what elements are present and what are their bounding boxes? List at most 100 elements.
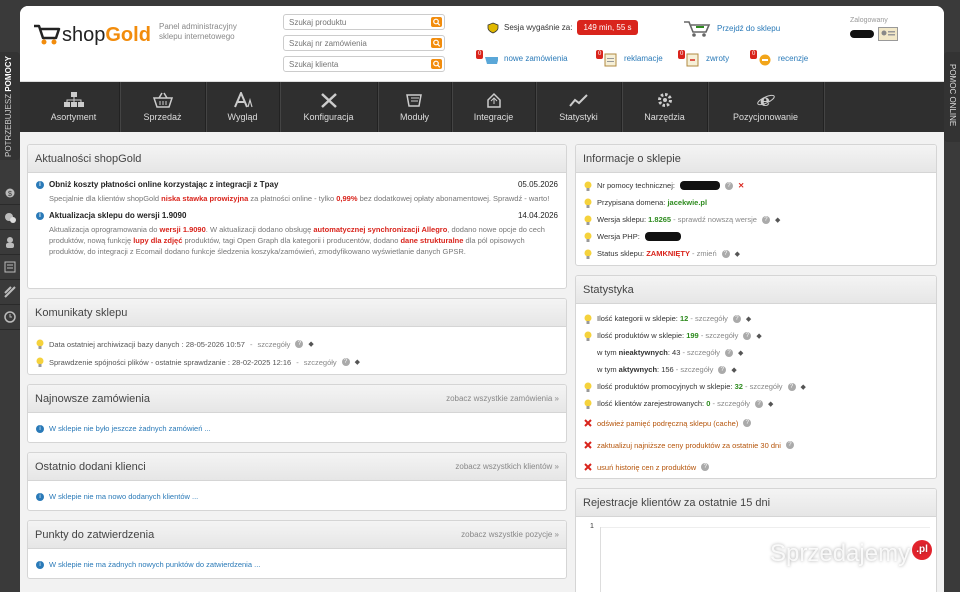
bulb-icon [584,382,592,392]
nav-positioning[interactable]: e Pozycjonowanie [708,82,824,132]
help-icon[interactable]: ? [787,382,796,391]
side-icons: $ [0,180,20,330]
help-icon[interactable]: ? [755,399,763,408]
search-client-input[interactable] [284,57,424,71]
user-icon[interactable] [0,230,20,255]
cache-action-row: odśwież pamięć podręczną sklepu (cache)? [584,412,928,434]
help-icon[interactable]: ? [761,215,770,224]
news-item-title[interactable]: Aktualizacja sklepu do wersji 1.9090 [49,210,186,221]
stat-row: Ilość produktów w sklepie: 199 - szczegó… [584,327,928,344]
news-title: Aktualności shopGold [35,152,142,165]
change-status-link[interactable]: zmień [697,249,717,258]
nav-tools[interactable]: Narzędzia [622,82,708,132]
return-icon [686,53,699,67]
help-icon[interactable]: ? [295,340,304,348]
watermark-badge: .pl [912,540,933,560]
returns-notification[interactable]: 0 zwroty [678,50,729,67]
online-help-tab[interactable]: POMOC ONLINE [944,52,960,142]
search-product-input[interactable] [284,15,424,29]
help-icon[interactable]: ? [721,249,730,258]
news-box: Aktualności shopGold i Obniż koszty płatn… [27,144,567,289]
details-link[interactable]: szczegóły [705,331,738,340]
orders-box: Najnowsze zamówienia zobacz wszystkie zam… [27,384,567,443]
logged-user: Zalogowany [850,17,898,41]
header: shopGold Panel administracyjny sklepu in… [20,6,944,82]
all-orders-link[interactable]: zobacz wszystkie zamówienia » [446,394,559,403]
session-time-badge: 149 min, 55 s [577,20,638,35]
search-client-button[interactable] [431,59,442,69]
admin-panel: shopGold Panel administracyjny sklepu in… [20,6,944,592]
nav-integrations[interactable]: Integracje [452,82,536,132]
help-icon[interactable]: ? [718,365,727,374]
bullet-icon: ◆ [756,332,762,340]
id-card-icon[interactable] [878,27,898,41]
news-item: i Aktualizacja sklepu do wersji 1.9090 14.… [36,210,558,257]
help-icon[interactable]: ? [732,314,741,323]
nav-assortment[interactable]: Asortyment [28,82,120,132]
logo[interactable]: shopGold [32,18,157,48]
nav-configuration[interactable]: Konfiguracja [280,82,378,132]
all-clients-link[interactable]: zobacz wszystkich klientów » [455,462,559,471]
refresh-cache-link[interactable]: odśwież pamięć podręczną sklepu (cache) [597,419,738,428]
new-orders-notification[interactable]: 0 nowe zamówienia [476,50,568,66]
search-client-box [283,56,445,72]
bulb-icon [584,331,592,341]
news-item-title[interactable]: Obniż koszty płatności online korzystają… [49,179,278,190]
complaints-notification[interactable]: 0 reklamacje [596,50,663,67]
details-link[interactable]: szczegóły [680,365,713,374]
close-icon[interactable]: ✕ [738,181,744,190]
all-positions-link[interactable]: zobacz wszystkie pozycje » [461,530,559,539]
history-action-row: usuń historię cen z produktów? [584,456,928,478]
money-icon[interactable]: $ [0,180,20,205]
clients-title: Ostatnio dodani klienci [35,460,146,473]
details-link[interactable]: szczegóły [695,314,728,323]
approval-box: Punkty do zatwierdzenia zobacz wszystkie … [27,520,567,579]
help-icon[interactable]: ? [724,348,733,357]
details-link[interactable]: szczegóły [257,340,290,349]
bulb-icon [584,181,592,191]
add-item-icon[interactable] [0,205,20,230]
details-link[interactable]: szczegóły [304,358,337,367]
version-row: Wersja sklepu: 1.8265 - sprawdź nowszą w… [584,211,928,228]
help-side-label: POTRZEBUJESZ POMOCY [4,56,13,157]
nav-modules[interactable]: Moduły [378,82,452,132]
delete-history-link[interactable]: usuń historię cen z produktów [597,463,696,472]
update-prices-link[interactable]: zaktualizuj najniższe ceny produktów za … [597,441,781,450]
search-product-box [283,14,445,30]
clock-icon[interactable] [0,305,20,330]
signal-icon[interactable] [0,280,20,305]
help-icon[interactable]: ? [341,358,350,366]
help-icon[interactable]: ? [701,463,710,471]
help-icon[interactable]: ? [743,419,752,427]
search-product-button[interactable] [431,17,442,27]
domain-row: Przypisana domena: jacekwie.pl [584,194,928,211]
stat-row: w tym nieaktywnych: 43 - szczegóły ? ◆ [597,348,744,357]
info-icon: i [36,424,44,433]
nav-sales[interactable]: Sprzedaż [120,82,206,132]
prices-action-row: zaktualizuj najniższe ceny produktów za … [584,434,928,456]
details-link[interactable]: szczegóły [750,382,783,391]
list-icon[interactable] [0,255,20,280]
help-icon[interactable]: ? [743,331,752,340]
search-order-button[interactable] [431,38,442,48]
nav-statistics[interactable]: Statystyki [536,82,622,132]
php-version-row: Wersja PHP: [584,228,928,245]
svg-text:$: $ [8,191,12,198]
chart-y-tick: 1 [590,523,594,530]
gear-icon [657,93,672,107]
check-version-link[interactable]: sprawdź nowszą wersje [678,215,757,224]
details-link[interactable]: szczegóły [687,348,720,357]
bullet-icon: ◆ [768,400,774,408]
bulb-icon [584,249,592,259]
search-order-input[interactable] [284,36,424,50]
help-icon[interactable]: ? [785,441,794,449]
approval-title: Punkty do zatwierdzenia [35,528,155,541]
help-icon[interactable]: ? [724,181,733,190]
help-side-tab[interactable]: POTRZEBUJESZ POMOCY [0,52,20,160]
reviews-notification[interactable]: 0 recenzje [750,50,808,66]
main-nav: Asortyment Sprzedaż Wygląd Konfiguracja … [20,82,944,132]
go-to-shop-link[interactable]: Przejdź do sklepu [682,18,780,38]
nav-appearance[interactable]: Wygląd [206,82,280,132]
bulb-icon [584,314,592,324]
details-link[interactable]: szczegóły [717,399,750,408]
